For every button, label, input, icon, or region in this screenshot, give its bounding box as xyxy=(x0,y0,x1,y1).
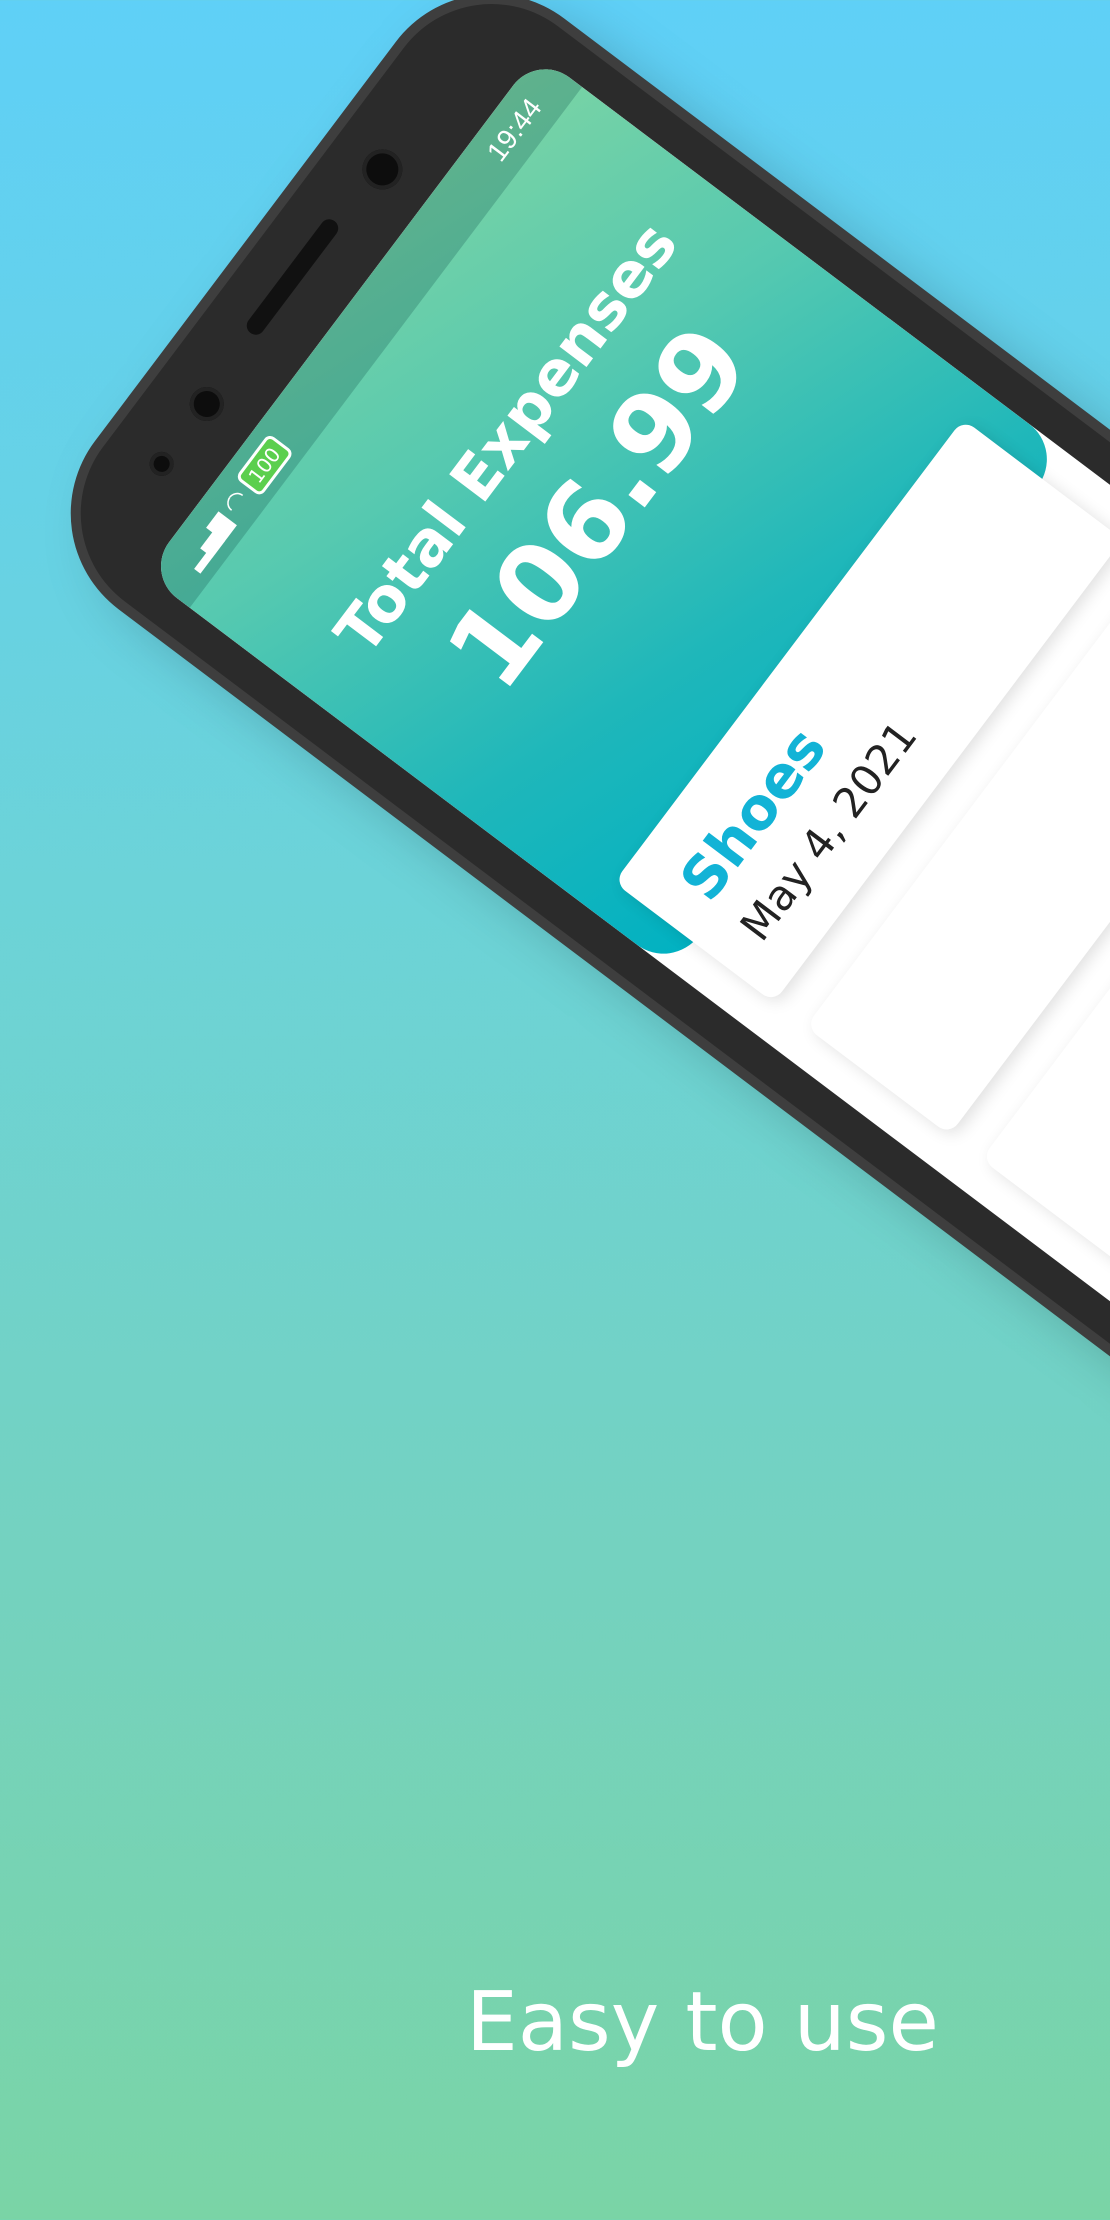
phone-frame: ▂▄▆ ◜◝ 100 19:44 Total Expenses 106.99 S… xyxy=(36,0,1110,1462)
wifi-icon: ◜◝ xyxy=(218,485,255,520)
front-camera-icon xyxy=(182,380,231,428)
sensor-icon xyxy=(144,447,179,481)
status-icons: ▂▄▆ ◜◝ 100 xyxy=(177,433,295,574)
phone-mockup: ▂▄▆ ◜◝ 100 19:44 Total Expenses 106.99 S… xyxy=(36,0,1110,1462)
battery-icon: 100 xyxy=(234,433,295,498)
tagline: Easy to use xyxy=(466,1975,939,2070)
front-camera-2-icon xyxy=(354,141,411,198)
status-time: 19:44 xyxy=(480,92,548,168)
earpiece-speaker xyxy=(243,215,342,339)
signal-icon: ▂▄▆ xyxy=(177,507,238,574)
app-screen: ▂▄▆ ◜◝ 100 19:44 Total Expenses 106.99 S… xyxy=(145,53,1110,1405)
